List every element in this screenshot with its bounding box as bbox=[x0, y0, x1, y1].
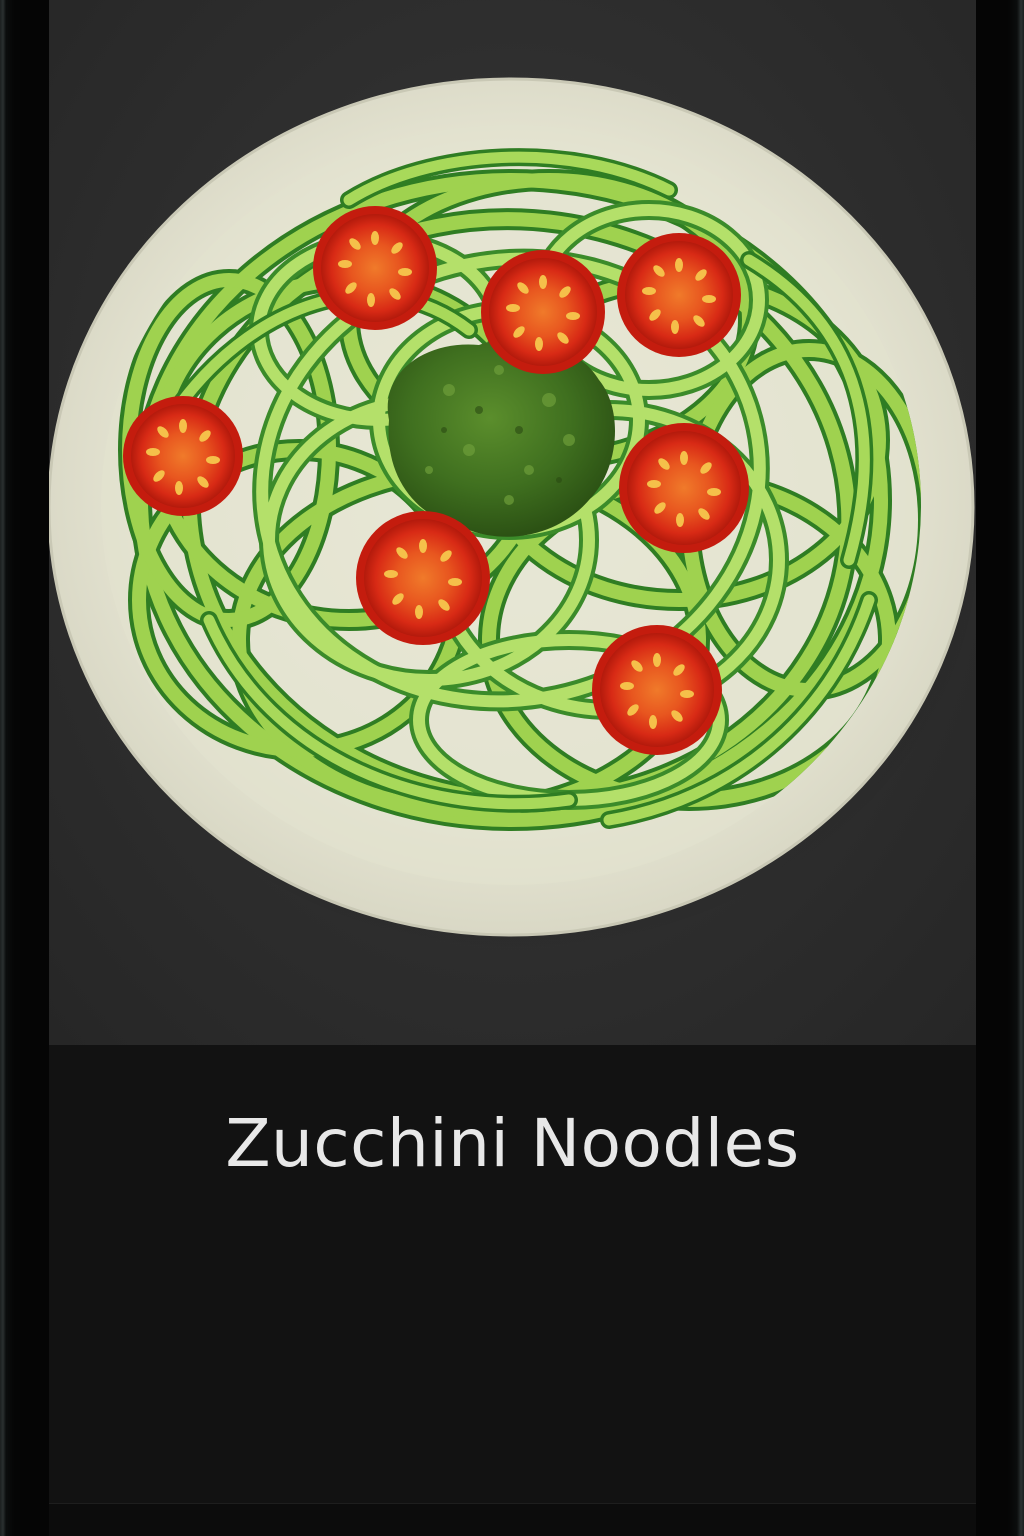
tomato-half bbox=[617, 233, 741, 357]
tomato-half bbox=[356, 511, 490, 645]
dish-photo[interactable] bbox=[49, 0, 976, 1045]
tomato-half bbox=[619, 423, 749, 553]
tomato-half bbox=[592, 625, 722, 755]
device-bezel-right bbox=[976, 0, 1024, 1536]
tomato-half bbox=[123, 396, 243, 516]
tomato-half bbox=[313, 206, 437, 330]
device-frame: Zucchini Noodles bbox=[0, 0, 1024, 1536]
device-bezel-left bbox=[0, 0, 50, 1536]
tomato-half bbox=[481, 250, 605, 374]
dish-title: Zucchini Noodles bbox=[225, 1105, 800, 1182]
pesto-dollop bbox=[387, 339, 616, 537]
bottom-bar bbox=[49, 1503, 976, 1536]
screen: Zucchini Noodles bbox=[49, 0, 976, 1536]
